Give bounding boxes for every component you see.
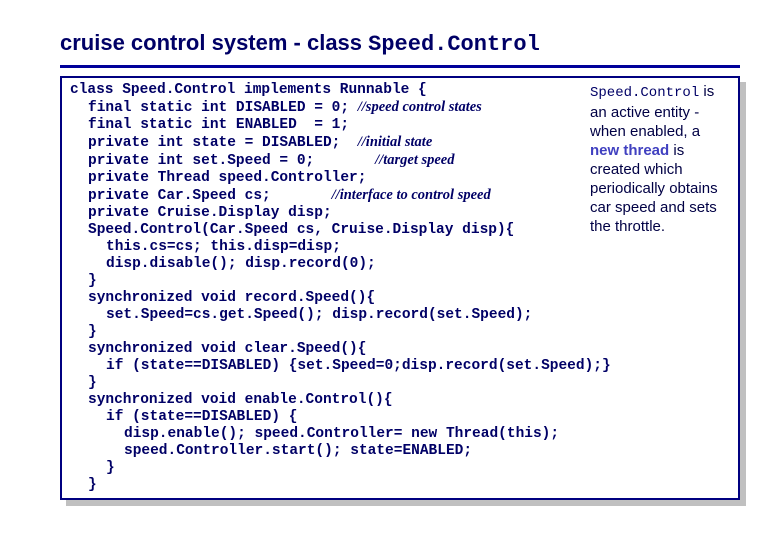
code-text: disp.disable(); disp.record(0);	[106, 256, 376, 272]
code-text: final static int ENABLED = 1;	[88, 117, 349, 133]
code-line: this.cs=cs; this.disp=disp;	[70, 239, 730, 256]
code-line: disp.enable(); speed.Controller= new Thr…	[70, 426, 730, 443]
note-emph: new thread	[590, 142, 669, 159]
code-text: }	[88, 477, 97, 493]
code-box: class Speed.Control implements Runnable …	[60, 76, 740, 500]
code-text: speed.Controller.start(); state=ENABLED;	[124, 443, 472, 459]
slide-title: cruise control system - class Speed.Cont…	[60, 30, 740, 57]
code-text: disp.enable(); speed.Controller= new Thr…	[124, 426, 559, 442]
code-line: set.Speed=cs.get.Speed(); disp.record(se…	[70, 307, 730, 324]
code-line: synchronized void clear.Speed(){	[70, 341, 730, 358]
code-line: synchronized void enable.Control(){	[70, 392, 730, 409]
title-text: cruise control system - class	[60, 30, 368, 55]
code-text: private int state = DISABLED;	[88, 135, 358, 151]
code-text: }	[88, 375, 97, 391]
code-text: private int set.Speed = 0;	[88, 153, 375, 169]
code-line: }	[70, 477, 730, 494]
code-text: synchronized void clear.Speed(){	[88, 341, 366, 357]
code-text: private Car.Speed cs;	[88, 188, 332, 204]
code-text: Speed.Control(Car.Speed cs, Cruise.Displ…	[88, 222, 514, 238]
code-comment: //initial state	[358, 134, 433, 150]
code-line: if (state==DISABLED) {set.Speed=0;disp.r…	[70, 358, 730, 375]
code-comment: //interface to control speed	[332, 187, 491, 203]
code-text: class Speed.Control implements Runnable …	[70, 82, 427, 98]
code-text: }	[88, 273, 97, 289]
code-text: }	[88, 324, 97, 340]
code-text: }	[106, 460, 115, 476]
code-text: if (state==DISABLED) {	[106, 409, 297, 425]
side-note: Speed.Control is an active entity - when…	[586, 80, 734, 240]
title-class-name: Speed.Control	[368, 32, 540, 57]
code-line: synchronized void record.Speed(){	[70, 290, 730, 307]
code-line: }	[70, 273, 730, 290]
code-text: if (state==DISABLED) {set.Speed=0;disp.r…	[106, 358, 611, 374]
code-text: synchronized void enable.Control(){	[88, 392, 393, 408]
code-text: final static int DISABLED = 0;	[88, 100, 358, 116]
slide-root: cruise control system - class Speed.Cont…	[0, 0, 780, 540]
code-line: disp.disable(); disp.record(0);	[70, 256, 730, 273]
note-classname: Speed.Control	[590, 85, 699, 101]
code-line: speed.Controller.start(); state=ENABLED;	[70, 443, 730, 460]
code-text: synchronized void record.Speed(){	[88, 290, 375, 306]
code-box-wrap: class Speed.Control implements Runnable …	[60, 76, 740, 506]
code-line: }	[70, 375, 730, 392]
code-line: if (state==DISABLED) {	[70, 409, 730, 426]
code-text: private Cruise.Display disp;	[88, 205, 332, 221]
code-text: private Thread speed.Controller;	[88, 170, 366, 186]
title-underline	[60, 65, 740, 68]
code-text: this.cs=cs; this.disp=disp;	[106, 239, 341, 255]
code-comment: //speed control states	[358, 99, 482, 115]
code-line: }	[70, 460, 730, 477]
code-comment: //target speed	[375, 152, 454, 168]
code-text: set.Speed=cs.get.Speed(); disp.record(se…	[106, 307, 532, 323]
code-line: }	[70, 324, 730, 341]
